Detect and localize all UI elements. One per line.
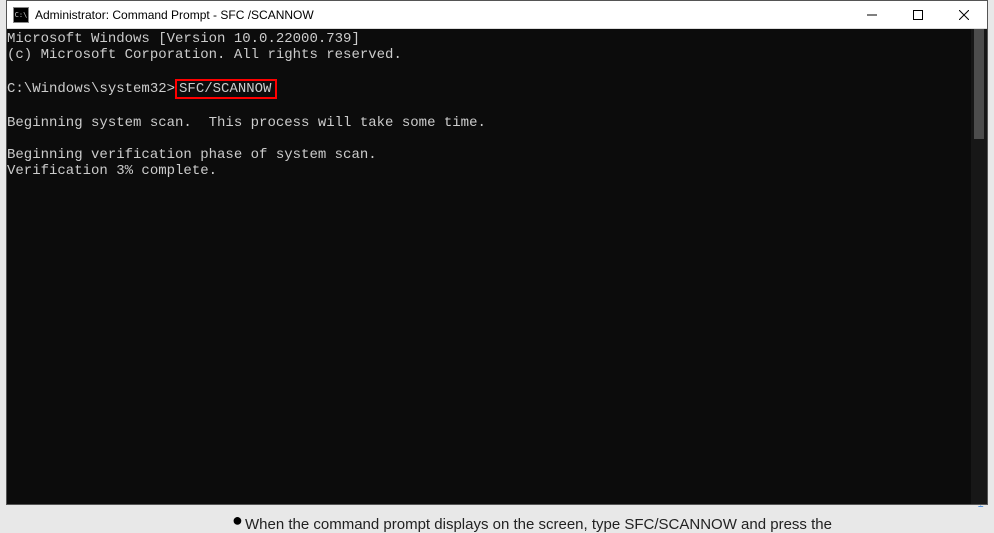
maximize-icon bbox=[913, 10, 923, 20]
background-instruction-text: When the command prompt displays on the … bbox=[220, 516, 832, 533]
os-version-line: Microsoft Windows [Version 10.0.22000.73… bbox=[7, 31, 360, 47]
copyright-line: (c) Microsoft Corporation. All rights re… bbox=[7, 47, 402, 63]
terminal-area: Microsoft Windows [Version 10.0.22000.73… bbox=[7, 29, 987, 504]
window-controls bbox=[849, 1, 987, 28]
maximize-button[interactable] bbox=[895, 1, 941, 28]
highlighted-command: SFC/SCANNOW bbox=[175, 79, 277, 99]
verification-phase-line: Beginning verification phase of system s… bbox=[7, 147, 377, 163]
window-titlebar[interactable]: C:\ Administrator: Command Prompt - SFC … bbox=[7, 1, 987, 29]
close-button[interactable] bbox=[941, 1, 987, 28]
cmd-icon: C:\ bbox=[13, 7, 29, 23]
prompt-path: C:\Windows\system32> bbox=[7, 81, 175, 97]
close-icon bbox=[959, 10, 969, 20]
scan-begin-line: Beginning system scan. This process will… bbox=[7, 115, 486, 131]
minimize-icon bbox=[867, 10, 877, 20]
minimize-button[interactable] bbox=[849, 1, 895, 28]
verification-progress-line: Verification 3% complete. bbox=[7, 163, 217, 179]
terminal-output[interactable]: Microsoft Windows [Version 10.0.22000.73… bbox=[7, 29, 971, 504]
scrollbar-thumb[interactable] bbox=[974, 29, 984, 139]
vertical-scrollbar[interactable] bbox=[971, 29, 987, 504]
window-title: Administrator: Command Prompt - SFC /SCA… bbox=[35, 8, 849, 22]
command-prompt-window: C:\ Administrator: Command Prompt - SFC … bbox=[6, 0, 988, 505]
